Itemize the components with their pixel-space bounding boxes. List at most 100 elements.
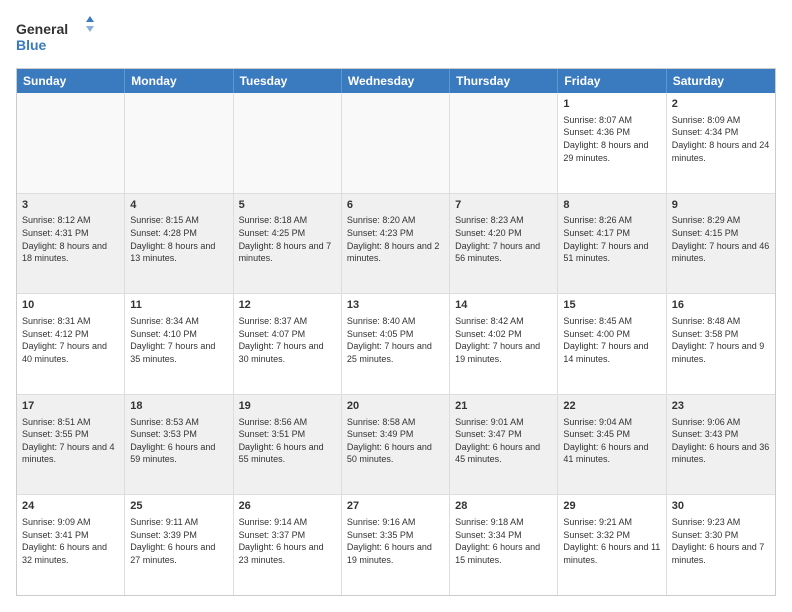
day-info: Sunrise: 8:23 AM Sunset: 4:20 PM Dayligh… (455, 214, 552, 264)
calendar-cell: 22 Sunrise: 9:04 AM Sunset: 3:45 PM Dayli… (558, 395, 666, 495)
day-info: Sunrise: 8:40 AM Sunset: 4:05 PM Dayligh… (347, 315, 444, 365)
calendar-body: 1 Sunrise: 8:07 AM Sunset: 4:36 PM Daylig… (17, 93, 775, 595)
day-info: Sunrise: 9:18 AM Sunset: 3:34 PM Dayligh… (455, 516, 552, 566)
calendar-cell: 21 Sunrise: 9:01 AM Sunset: 3:47 PM Dayli… (450, 395, 558, 495)
day-number: 6 (347, 198, 444, 213)
calendar-cell: 9Sunrise: 8:29 AM Sunset: 4:15 PM Daylig… (667, 194, 775, 294)
day-number: 7 (455, 198, 552, 213)
calendar-cell: 15 Sunrise: 8:45 AM Sunset: 4:00 PM Dayli… (558, 294, 666, 394)
day-number: 14 (455, 298, 552, 313)
day-info: Sunrise: 9:14 AM Sunset: 3:37 PM Dayligh… (239, 516, 336, 566)
day-number: 12 (239, 298, 336, 313)
day-info: Sunrise: 8:26 AM Sunset: 4:17 PM Dayligh… (563, 214, 660, 264)
calendar-cell: 25 Sunrise: 9:11 AM Sunset: 3:39 PM Dayli… (125, 495, 233, 595)
day-info: Sunrise: 9:06 AM Sunset: 3:43 PM Dayligh… (672, 416, 770, 466)
day-info: Sunrise: 9:23 AM Sunset: 3:30 PM Dayligh… (672, 516, 770, 566)
calendar-row: 17 Sunrise: 8:51 AM Sunset: 3:55 PM Dayli… (17, 395, 775, 496)
header-day: Monday (125, 69, 233, 93)
day-info: Sunrise: 8:31 AM Sunset: 4:12 PM Dayligh… (22, 315, 119, 365)
day-number: 18 (130, 399, 227, 414)
calendar-cell: 6Sunrise: 8:20 AM Sunset: 4:23 PM Daylig… (342, 194, 450, 294)
calendar-cell (450, 93, 558, 193)
calendar-cell: 8Sunrise: 8:26 AM Sunset: 4:17 PM Daylig… (558, 194, 666, 294)
svg-text:Blue: Blue (16, 37, 47, 53)
calendar-cell (234, 93, 342, 193)
header-day: Saturday (667, 69, 775, 93)
day-number: 29 (563, 499, 660, 514)
day-number: 10 (22, 298, 119, 313)
logo-svg: General Blue (16, 16, 96, 58)
day-number: 13 (347, 298, 444, 313)
calendar-cell: 16 Sunrise: 8:48 AM Sunset: 3:58 PM Dayli… (667, 294, 775, 394)
day-number: 16 (672, 298, 770, 313)
day-info: Sunrise: 8:45 AM Sunset: 4:00 PM Dayligh… (563, 315, 660, 365)
header-day: Sunday (17, 69, 125, 93)
calendar-cell: 18 Sunrise: 8:53 AM Sunset: 3:53 PM Dayli… (125, 395, 233, 495)
calendar-cell: 7Sunrise: 8:23 AM Sunset: 4:20 PM Daylig… (450, 194, 558, 294)
day-number: 8 (563, 198, 660, 213)
calendar-cell: 28 Sunrise: 9:18 AM Sunset: 3:34 PM Dayli… (450, 495, 558, 595)
day-number: 17 (22, 399, 119, 414)
header-day: Friday (558, 69, 666, 93)
day-info: Sunrise: 8:51 AM Sunset: 3:55 PM Dayligh… (22, 416, 119, 466)
day-info: Sunrise: 8:37 AM Sunset: 4:07 PM Dayligh… (239, 315, 336, 365)
calendar-cell: 29 Sunrise: 9:21 AM Sunset: 3:32 PM Dayli… (558, 495, 666, 595)
calendar-row: 24 Sunrise: 9:09 AM Sunset: 3:41 PM Dayli… (17, 495, 775, 595)
day-number: 28 (455, 499, 552, 514)
day-info: Sunrise: 8:58 AM Sunset: 3:49 PM Dayligh… (347, 416, 444, 466)
header-day: Tuesday (234, 69, 342, 93)
day-number: 2 (672, 97, 770, 112)
day-info: Sunrise: 9:11 AM Sunset: 3:39 PM Dayligh… (130, 516, 227, 566)
calendar-cell: 10 Sunrise: 8:31 AM Sunset: 4:12 PM Dayli… (17, 294, 125, 394)
day-info: Sunrise: 8:15 AM Sunset: 4:28 PM Dayligh… (130, 214, 227, 264)
calendar-row: 1 Sunrise: 8:07 AM Sunset: 4:36 PM Daylig… (17, 93, 775, 194)
calendar-cell: 12 Sunrise: 8:37 AM Sunset: 4:07 PM Dayli… (234, 294, 342, 394)
day-info: Sunrise: 9:21 AM Sunset: 3:32 PM Dayligh… (563, 516, 660, 566)
day-number: 9 (672, 198, 770, 213)
calendar-cell: 19Sunrise: 8:56 AM Sunset: 3:51 PM Dayli… (234, 395, 342, 495)
day-info: Sunrise: 8:18 AM Sunset: 4:25 PM Dayligh… (239, 214, 336, 264)
calendar-cell: 14 Sunrise: 8:42 AM Sunset: 4:02 PM Dayli… (450, 294, 558, 394)
day-number: 23 (672, 399, 770, 414)
svg-text:General: General (16, 21, 68, 37)
page: General Blue SundayMondayTuesdayWednesda… (0, 0, 792, 612)
day-number: 1 (563, 97, 660, 112)
day-number: 25 (130, 499, 227, 514)
calendar-cell: 11 Sunrise: 8:34 AM Sunset: 4:10 PM Dayli… (125, 294, 233, 394)
calendar-cell (125, 93, 233, 193)
day-number: 11 (130, 298, 227, 313)
day-number: 15 (563, 298, 660, 313)
day-info: Sunrise: 8:34 AM Sunset: 4:10 PM Dayligh… (130, 315, 227, 365)
day-info: Sunrise: 8:42 AM Sunset: 4:02 PM Dayligh… (455, 315, 552, 365)
day-number: 30 (672, 499, 770, 514)
day-info: Sunrise: 8:53 AM Sunset: 3:53 PM Dayligh… (130, 416, 227, 466)
day-number: 4 (130, 198, 227, 213)
calendar-cell: 1 Sunrise: 8:07 AM Sunset: 4:36 PM Daylig… (558, 93, 666, 193)
day-number: 24 (22, 499, 119, 514)
calendar-header: SundayMondayTuesdayWednesdayThursdayFrid… (17, 69, 775, 93)
day-info: Sunrise: 9:01 AM Sunset: 3:47 PM Dayligh… (455, 416, 552, 466)
day-info: Sunrise: 8:29 AM Sunset: 4:15 PM Dayligh… (672, 214, 770, 264)
calendar-cell: 5Sunrise: 8:18 AM Sunset: 4:25 PM Daylig… (234, 194, 342, 294)
calendar-cell: 13 Sunrise: 8:40 AM Sunset: 4:05 PM Dayli… (342, 294, 450, 394)
logo: General Blue (16, 16, 96, 58)
day-number: 5 (239, 198, 336, 213)
day-number: 26 (239, 499, 336, 514)
day-info: Sunrise: 9:04 AM Sunset: 3:45 PM Dayligh… (563, 416, 660, 466)
day-info: Sunrise: 9:09 AM Sunset: 3:41 PM Dayligh… (22, 516, 119, 566)
calendar-cell: 17 Sunrise: 8:51 AM Sunset: 3:55 PM Dayli… (17, 395, 125, 495)
day-info: Sunrise: 8:12 AM Sunset: 4:31 PM Dayligh… (22, 214, 119, 264)
day-info: Sunrise: 8:20 AM Sunset: 4:23 PM Dayligh… (347, 214, 444, 264)
day-number: 22 (563, 399, 660, 414)
calendar-cell (342, 93, 450, 193)
calendar-row: 10 Sunrise: 8:31 AM Sunset: 4:12 PM Dayli… (17, 294, 775, 395)
calendar-cell: 27Sunrise: 9:16 AM Sunset: 3:35 PM Dayli… (342, 495, 450, 595)
day-info: Sunrise: 8:09 AM Sunset: 4:34 PM Dayligh… (672, 114, 770, 164)
day-number: 21 (455, 399, 552, 414)
calendar-cell: 30 Sunrise: 9:23 AM Sunset: 3:30 PM Dayli… (667, 495, 775, 595)
day-number: 3 (22, 198, 119, 213)
day-number: 20 (347, 399, 444, 414)
day-info: Sunrise: 8:07 AM Sunset: 4:36 PM Dayligh… (563, 114, 660, 164)
calendar-cell: 20 Sunrise: 8:58 AM Sunset: 3:49 PM Dayli… (342, 395, 450, 495)
day-info: Sunrise: 8:48 AM Sunset: 3:58 PM Dayligh… (672, 315, 770, 365)
